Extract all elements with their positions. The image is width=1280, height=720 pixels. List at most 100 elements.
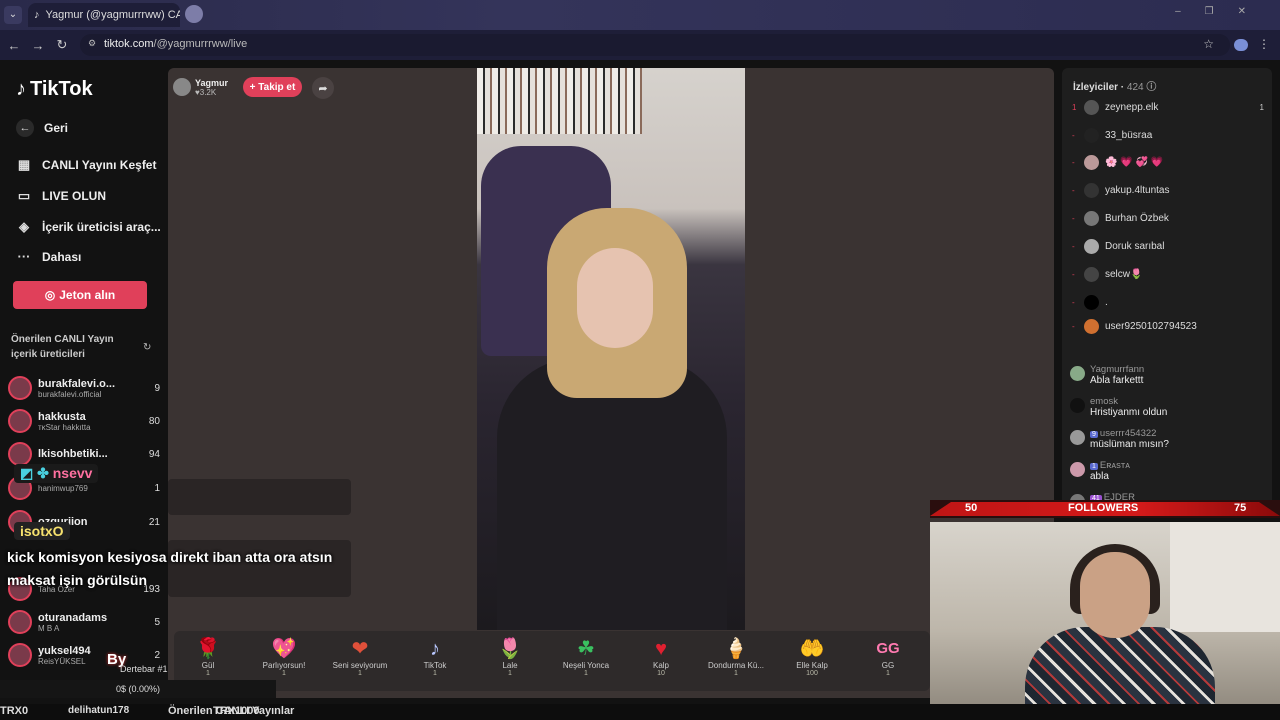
new-tab-button[interactable] [185,5,203,23]
chat-placeholder-box [168,479,351,515]
nav-back[interactable]: ← Geri [16,119,68,137]
viewer-row[interactable]: - selcw🌷 [1072,264,1264,284]
gift-price: 1 [584,670,588,677]
host-info[interactable]: Yagmur ♥3.2K [173,76,237,98]
nav-explore-live[interactable]: ▦ CANLI Yayını Keşfet [16,157,157,173]
nav-more-label: Dahası [42,249,82,264]
gift-item[interactable]: ♥ Kalp 10 [623,631,699,691]
minimize-icon[interactable]: – [1175,6,1205,17]
live-video[interactable] [477,68,745,630]
forward-icon[interactable]: → [28,38,48,53]
suggested-creators-title: Önerilen CANLI Yayın içerik üreticileri [11,334,114,360]
viewer-row[interactable]: - yakup.4ltuntas [1072,180,1264,200]
viewer-count: 9 [154,382,160,394]
gift-price: 1 [282,670,286,677]
window-controls: –❐✕ [1175,6,1270,17]
avatar [1084,154,1099,170]
viewer-row[interactable]: - user9250102794523 [1072,316,1264,336]
creator-item[interactable]: oturanadams M B A 5 [8,607,160,637]
get-coins-button[interactable]: ◎ Jeton alın [13,281,147,309]
streamer-body [497,358,727,630]
avatar [1084,294,1099,310]
lightbulb-icon: ◈ [19,219,29,234]
gift-name: Lale [502,661,518,670]
calendar-icon: ▦ [17,157,31,172]
viewer-count: 2 [154,649,160,661]
chat-message: 9 userrr454322 müslüman mısın? [1070,428,1270,450]
creator-sub: hanimwup769 [38,483,88,493]
close-window-icon[interactable]: ✕ [1238,6,1270,17]
gift-item[interactable]: ☘ Neşeli Yonca 1 [548,631,624,691]
gift-item[interactable]: 🍦 Dondurma Kü... 1 [698,631,774,691]
gift-item[interactable]: ♪ TikTok 1 [397,631,473,691]
gift-item[interactable]: ❤ Seni seviyorum 1 [322,631,398,691]
gift-item[interactable]: 🤲 Elle Kalp 100 [774,631,850,691]
menu-kebab-icon[interactable]: ⋮ [1258,37,1270,51]
get-coins-label: Jeton alın [59,288,116,302]
chat-text: Abla farkettt [1090,375,1144,386]
back-icon[interactable]: ← [4,38,24,53]
viewer-row[interactable]: - 🌸 💗 💞 💗 [1072,152,1264,172]
nav-go-live-label: LIVE OLUN [42,189,107,203]
viewer-name: user9250102794523 [1105,320,1197,332]
gift-price: 10 [657,670,665,677]
avatar [1084,127,1099,143]
chat-overlay-user: ◩ ✤ nsevv [14,464,99,483]
refresh-icon[interactable]: ↻ [143,342,151,353]
follow-button[interactable]: + Takip et [243,77,302,97]
url-path: /@yagmurrrww/live [153,38,248,50]
url-field[interactable]: ⚙ tiktok.com/@yagmurrrww/live ☆ [80,34,1230,56]
reload-icon[interactable]: ↻ [52,37,72,53]
avatar [8,643,32,667]
chat-user: userrr454322 [1099,428,1157,439]
viewer-row[interactable]: - Burhan Özbek [1072,208,1264,228]
browser-tab[interactable]: ♪ Yagmur (@yagmurrrww) CANL ✕ [28,3,180,27]
chat-message: Yagmurrfann Abla farkettt [1070,364,1270,386]
followers-target: 75 [1234,502,1247,514]
avatar [1070,366,1085,381]
coin-icon: ◎ [44,288,56,302]
gg-icon: GG [876,640,900,657]
info-icon[interactable]: ⓘ [1146,82,1156,93]
host-name: Yagmur [195,77,229,88]
gift-item[interactable]: GG GG 1 [850,631,926,691]
hand-heart-icon: 🤲 [799,638,825,660]
viewer-row[interactable]: -. [1072,292,1264,312]
avatar [1070,430,1085,445]
creator-item[interactable]: hakkusta ᴛᴋStar hakkıtta 80 [8,406,160,436]
avatar [8,376,32,400]
chat-text: abla [1090,471,1109,482]
overlay-badge-icon: ◩ ✤ [20,465,49,481]
viewer-row[interactable]: - Doruk sarıbal [1072,236,1264,256]
gift-price: 1 [206,670,210,677]
avatar [1084,182,1099,198]
nav-more[interactable]: ··· Dahası [16,249,82,264]
followers-label: FOLLOWERS [1068,502,1139,514]
tab-list-dropdown[interactable]: ⌄ [4,6,22,24]
viewer-row[interactable]: 1 zeynepp.elk 1 [1072,97,1264,117]
avatar [8,442,32,466]
gift-item[interactable]: 🌷 Lale 1 [472,631,548,691]
logo-text: TikTok [30,78,93,100]
nav-go-live[interactable]: ▭ LIVE OLUN [16,188,106,204]
tulip-icon: 🌷 [497,638,523,660]
viewer-count: 80 [148,415,160,427]
creator-sub: ᴛᴋStar hakkıtta [38,422,91,432]
nav-explore-live-label: CANLI Yayını Keşfet [42,158,157,172]
bottom-link[interactable]: delihatun178 [68,705,129,716]
tiktok-favicon-icon: ♪ [34,9,40,21]
tiktok-logo[interactable]: ♪ TikTok [16,78,93,101]
gift-price: 1 [358,670,362,677]
level-badge: 1 [1090,463,1098,470]
nav-creator-tools[interactable]: ◈ İçerik üreticisi araç... [16,219,161,235]
bookmark-star-icon[interactable]: ☆ [1203,37,1214,51]
creator-item[interactable]: burakfalevi.o... burakfalevi.official 9 [8,373,160,403]
restore-icon[interactable]: ❐ [1205,6,1238,17]
share-icon[interactable]: ➦ [312,77,334,99]
site-info-icon[interactable]: ⚙ [88,38,96,49]
extension-icon[interactable] [1234,39,1248,51]
viewer-row[interactable]: -33_büsraa [1072,125,1264,145]
heart-icon: ♥ [655,638,667,660]
chat-message: emosk Hristiyanmı oldun [1070,396,1270,418]
streamer-face [577,248,653,348]
